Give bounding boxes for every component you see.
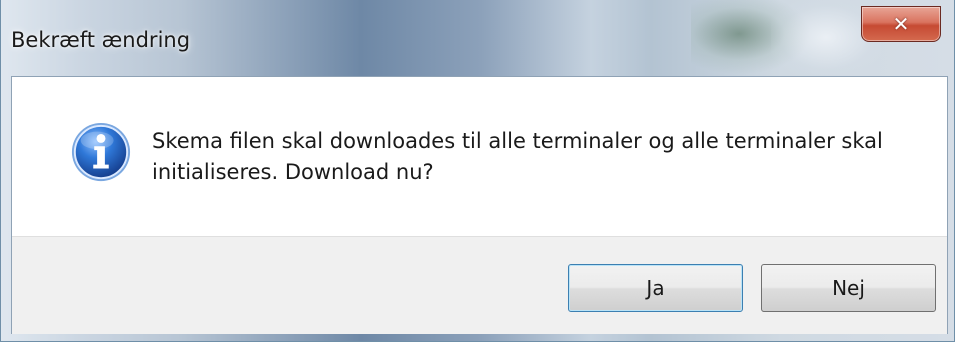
confirm-dialog: Bekræft ændring ✕ Skema filen skal downl… xyxy=(0,0,955,342)
dialog-title: Bekræft ændring xyxy=(11,28,191,52)
message-area: Skema filen skal downloades til alle ter… xyxy=(12,77,947,236)
dialog-titlebar[interactable]: Bekræft ændring ✕ xyxy=(1,0,954,76)
close-button[interactable]: ✕ xyxy=(861,6,941,42)
dialog-body: Skema filen skal downloades til alle ter… xyxy=(11,76,948,334)
message-text: Skema filen skal downloades til alle ter… xyxy=(152,129,883,184)
no-button[interactable]: Nej xyxy=(761,264,936,312)
button-bar: Ja Nej xyxy=(12,236,947,334)
close-icon: ✕ xyxy=(892,12,910,36)
yes-button[interactable]: Ja xyxy=(568,264,743,312)
info-icon xyxy=(71,122,131,182)
